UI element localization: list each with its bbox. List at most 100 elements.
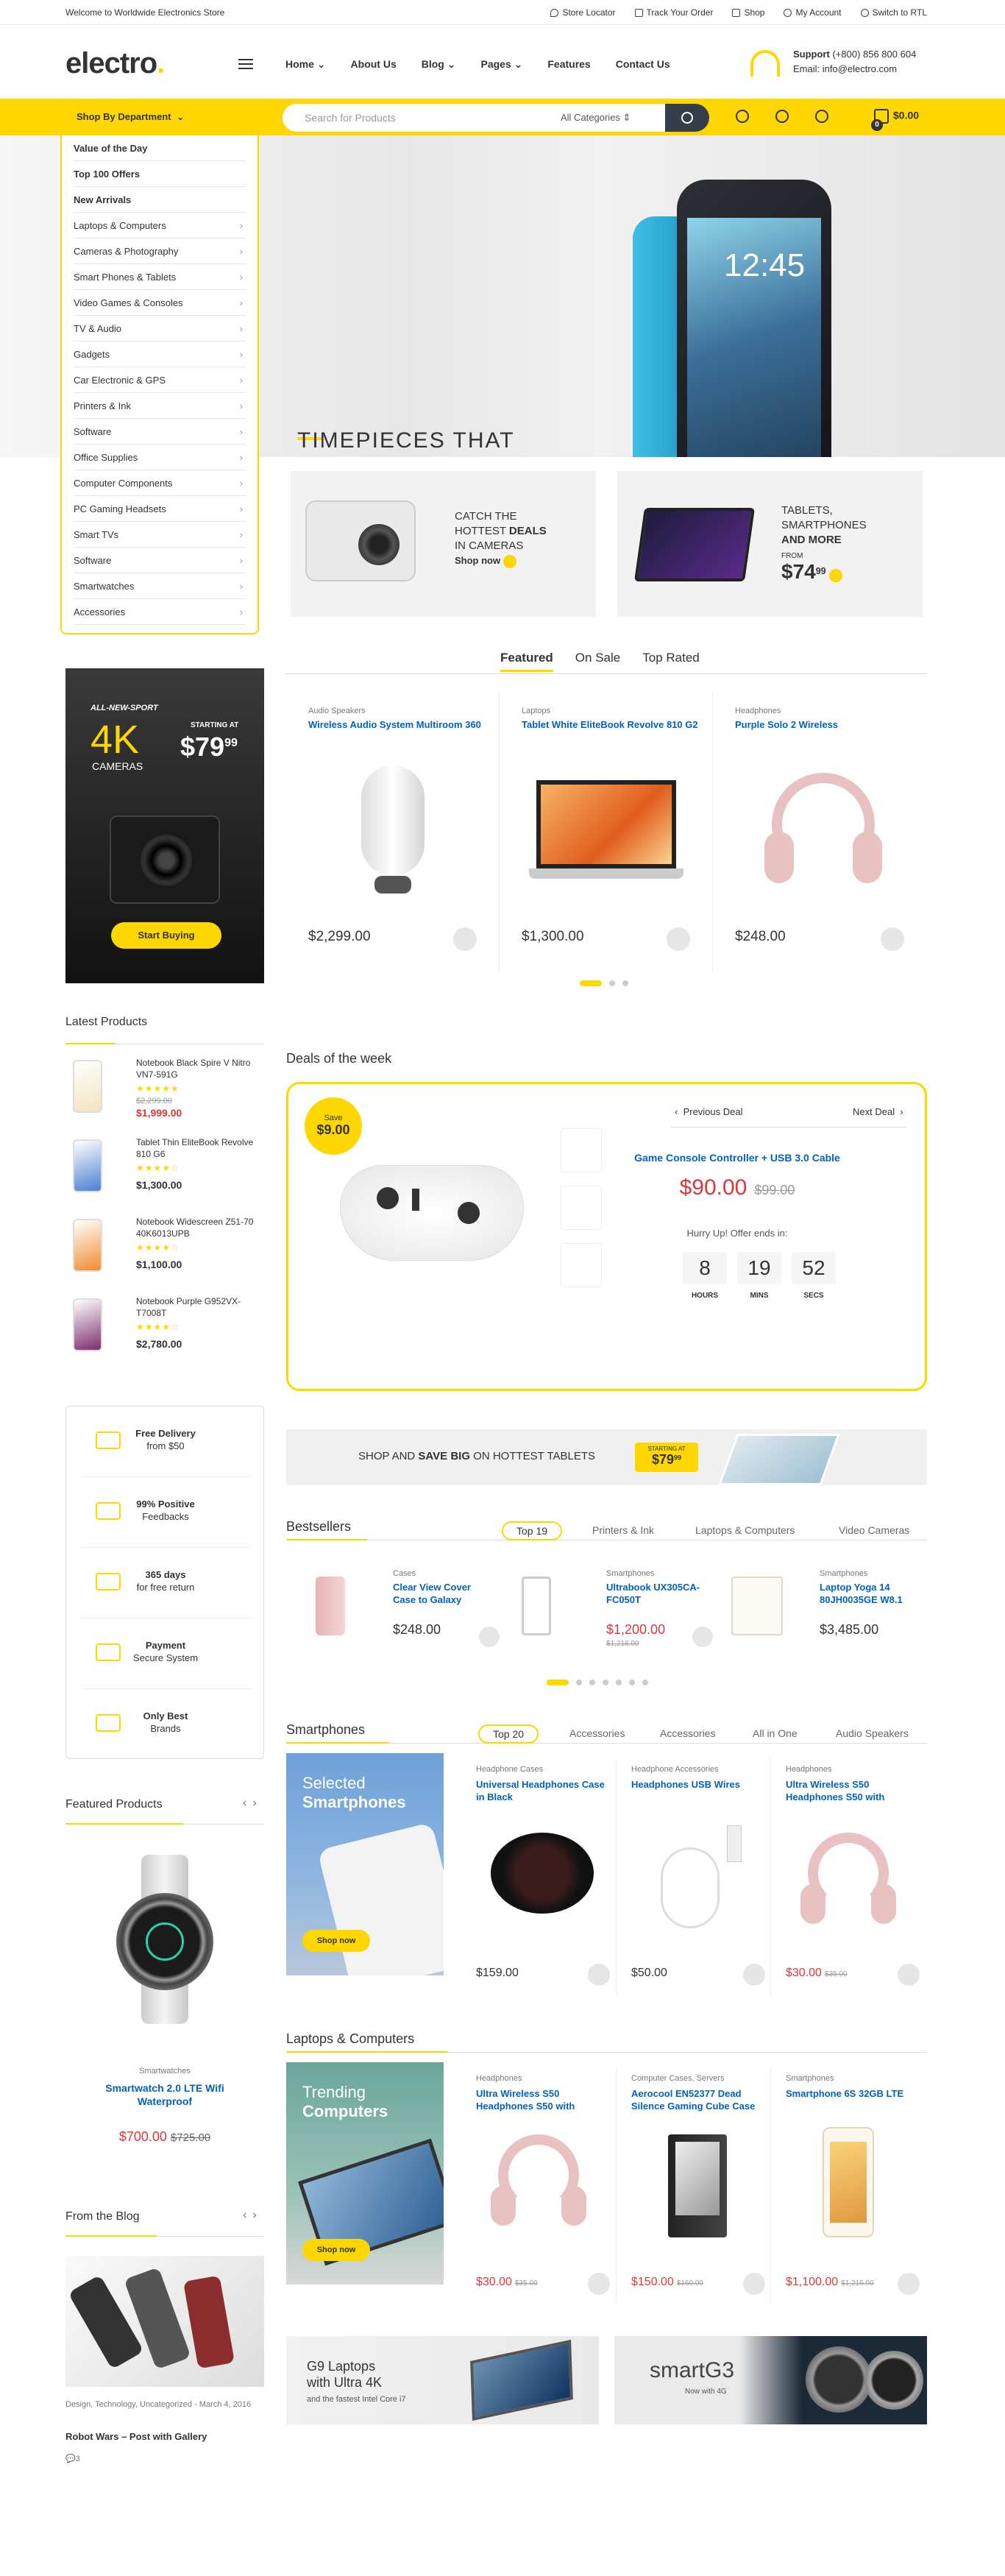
tab-video-cameras[interactable]: Video Cameras: [839, 1524, 909, 1536]
thumbnail[interactable]: [561, 1243, 602, 1287]
g9-laptops-banner[interactable]: G9 Laptops with Ultra 4K and the fastest …: [286, 2336, 599, 2424]
product-name[interactable]: Wireless Audio System Multiroom 360: [308, 718, 485, 732]
cart-button[interactable]: 0 $0.00: [871, 109, 919, 131]
product-name[interactable]: Aerocool EN52377 Dead Silence Gaming Cub…: [631, 2087, 764, 2112]
latest-product-item[interactable]: Tablet Thin EliteBook Revolve 810 G6 ★★★★…: [65, 1136, 264, 1210]
product-name[interactable]: Tablet Thin EliteBook Revolve 810 G6: [136, 1136, 269, 1160]
product-name[interactable]: Purple Solo 2 Wireless: [735, 718, 912, 732]
banner1-shop-now[interactable]: Shop now: [455, 554, 517, 568]
account-icon[interactable]: [815, 110, 828, 123]
add-to-cart-icon[interactable]: [898, 1964, 920, 1986]
product-name[interactable]: Laptop Yoga 14 80JH0035GE W8.1: [820, 1581, 923, 1606]
carousel-dot[interactable]: [622, 980, 628, 986]
product-name[interactable]: Notebook Purple G952VX-T7008T: [136, 1295, 269, 1319]
shop-link[interactable]: Shop: [732, 7, 764, 18]
category-item[interactable]: Smart TVs ›: [74, 522, 246, 548]
add-to-cart-icon[interactable]: [453, 927, 477, 951]
product-card[interactable]: Computer Cases, Servers Aerocool EN52377…: [616, 2068, 770, 2304]
category-item[interactable]: Office Supplies ›: [74, 445, 246, 470]
add-to-cart-icon[interactable]: [588, 1964, 610, 1986]
product-name[interactable]: Ultra Wireless S50 Headphones S50 with: [786, 1778, 918, 1803]
product-name[interactable]: Tablet White EliteBook Revolve 810 G2: [522, 718, 698, 732]
tab-top-rated[interactable]: Top Rated: [642, 651, 700, 672]
add-to-cart-icon[interactable]: [588, 2273, 610, 2295]
product-card[interactable]: Audio Speakers Wireless Audio System Mul…: [286, 692, 500, 972]
category-item[interactable]: Cameras & Photography ›: [74, 238, 246, 264]
shop-by-department-button[interactable]: Shop By Department ⌄: [60, 99, 259, 135]
thumbnail[interactable]: [561, 1128, 602, 1172]
nav-contact[interactable]: Contact Us: [616, 58, 670, 71]
nav-features[interactable]: Features: [547, 58, 590, 71]
featured-name[interactable]: Smartwatch 2.0 LTE Wifi Waterproof: [95, 2081, 235, 2108]
tab-featured[interactable]: Featured: [500, 651, 553, 672]
carousel-dot[interactable]: [580, 980, 602, 986]
add-to-cart-icon[interactable]: [898, 2273, 920, 2295]
tab-all-in-one[interactable]: All in One: [753, 1727, 798, 1739]
add-to-cart-icon[interactable]: [881, 927, 904, 951]
computers-promo[interactable]: Trending Computers Shop now: [286, 2062, 444, 2285]
product-card[interactable]: Headphone Accessories Headphones USB Wir…: [616, 1759, 770, 1995]
category-item[interactable]: Car Electronic & GPS ›: [74, 367, 246, 393]
my-account-link[interactable]: My Account: [784, 7, 842, 18]
arrow-circle-icon[interactable]: [828, 569, 842, 583]
logo[interactable]: electro.: [65, 47, 165, 80]
product-name[interactable]: Clear View Cover Case to Galaxy: [393, 1581, 496, 1606]
category-item[interactable]: Accessories ›: [74, 599, 246, 625]
tab-printers[interactable]: Printers & Ink: [592, 1524, 654, 1536]
category-item[interactable]: PC Gaming Headsets ›: [74, 496, 246, 522]
add-to-cart-icon[interactable]: [743, 2273, 765, 2295]
tablets-promo-banner[interactable]: SHOP AND SAVE BIG ON HOTTEST TABLETS STA…: [286, 1429, 927, 1485]
tab-top-20[interactable]: Top 20: [478, 1724, 539, 1744]
tab-laptops[interactable]: Laptops & Computers: [695, 1524, 795, 1536]
category-item[interactable]: Printers & Ink ›: [74, 393, 246, 419]
compare-icon[interactable]: [736, 110, 749, 123]
previous-deal-link[interactable]: ‹ Previous Deal: [675, 1106, 743, 1117]
nav-about[interactable]: About Us: [351, 58, 397, 71]
search-button[interactable]: [665, 104, 709, 132]
blog-image[interactable]: [65, 2256, 264, 2387]
add-to-cart-icon[interactable]: [692, 1627, 713, 1647]
category-item[interactable]: Software ›: [74, 548, 246, 573]
product-card[interactable]: Headphones Purple Solo 2 Wireless $248.0…: [713, 692, 926, 972]
smartg3-banner[interactable]: smartG3 Now with 4G: [614, 2336, 927, 2424]
product-name[interactable]: Ultrabook UX305CA-FC050T: [606, 1581, 709, 1606]
tab-audio-speakers[interactable]: Audio Speakers: [836, 1727, 909, 1739]
tab-top-19[interactable]: Top 19: [502, 1521, 563, 1540]
shop-now-button[interactable]: Shop now: [302, 1930, 370, 1952]
4k-cameras-ad[interactable]: ALL-NEW-SPORT 4K CAMERAS STARTING AT $79…: [65, 668, 264, 983]
product-card[interactable]: Headphone Cases Universal Headphones Cas…: [461, 1759, 616, 1995]
tablets-banner[interactable]: TABLETS, SMARTPHONES AND MORE FROM $7499: [617, 471, 923, 617]
product-name[interactable]: Smartphone 6S 32GB LTE: [786, 2087, 918, 2100]
product-name[interactable]: Notebook Widescreen Z51-70 40K6013UPB: [136, 1216, 269, 1239]
product-card[interactable]: Headphones Ultra Wireless S50 Headphones…: [461, 2068, 616, 2304]
wishlist-icon[interactable]: [775, 110, 789, 123]
category-item[interactable]: Smartwatches ›: [74, 573, 246, 599]
product-card[interactable]: Headphones Ultra Wireless S50 Headphones…: [770, 1759, 925, 1995]
nav-home[interactable]: Home ⌄: [285, 58, 326, 71]
product-card[interactable]: Smartphones Smartphone 6S 32GB LTE $1,10…: [770, 2068, 925, 2304]
category-item[interactable]: New Arrivals: [74, 187, 246, 213]
track-order-link[interactable]: Track Your Order: [634, 7, 713, 18]
shop-now-button[interactable]: Shop now: [302, 2239, 370, 2261]
product-card[interactable]: Laptops Tablet White EliteBook Revolve 8…: [500, 692, 713, 972]
product-name[interactable]: Universal Headphones Case in Black: [476, 1778, 608, 1803]
next-deal-link[interactable]: Next Deal ›: [853, 1106, 903, 1117]
latest-product-item[interactable]: Notebook Black Spire V Nitro VN7-591G ★★★…: [65, 1057, 264, 1130]
add-to-cart-icon[interactable]: [479, 1627, 500, 1647]
featured-arrows[interactable]: ‹›: [243, 1797, 263, 1810]
start-buying-button[interactable]: Start Buying: [111, 922, 221, 949]
category-item[interactable]: Gadgets ›: [74, 342, 246, 367]
category-select[interactable]: All Categories ⇕: [561, 112, 631, 124]
add-to-cart-icon[interactable]: [743, 1964, 765, 1986]
blog-post-title[interactable]: Robot Wars – Post with Gallery: [65, 2431, 207, 2442]
store-locator-link[interactable]: Store Locator: [550, 7, 616, 18]
nav-pages[interactable]: Pages ⌄: [480, 58, 522, 71]
thumbnail[interactable]: [561, 1186, 602, 1230]
bestseller-item[interactable]: Cases Clear View Cover Case to Galaxy $2…: [286, 1562, 500, 1665]
tab-on-sale[interactable]: On Sale: [575, 651, 620, 672]
category-item[interactable]: Smart Phones & Tablets ›: [74, 264, 246, 290]
category-item[interactable]: TV & Audio ›: [74, 316, 246, 342]
product-name[interactable]: Ultra Wireless S50 Headphones S50 with: [476, 2087, 608, 2112]
bestseller-item[interactable]: Smartphones Laptop Yoga 14 80JH0035GE W8…: [713, 1562, 926, 1665]
search-input[interactable]: Search for Products: [305, 112, 396, 124]
